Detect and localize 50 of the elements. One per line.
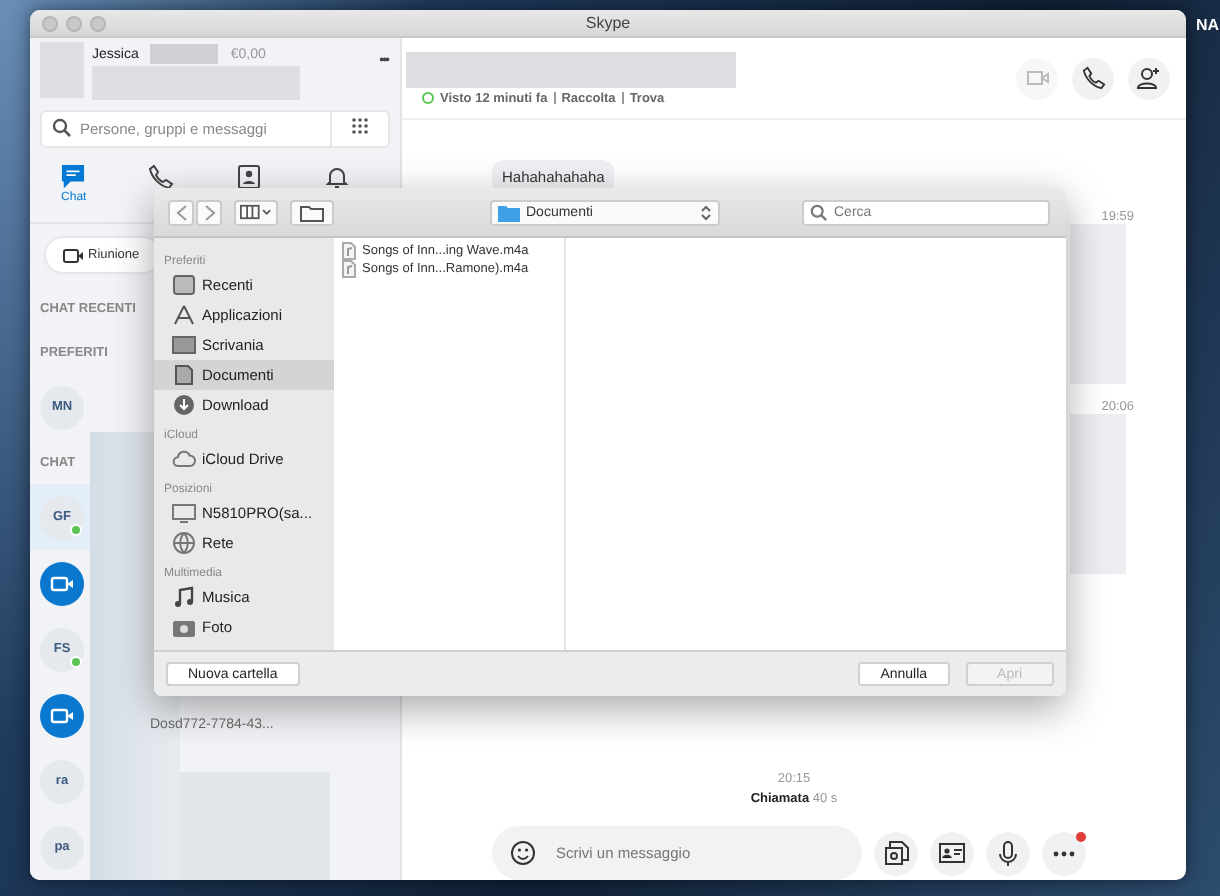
search-icon — [52, 118, 72, 139]
video-icon — [1025, 68, 1049, 88]
search-icon — [810, 203, 828, 221]
stepper-icon — [700, 203, 712, 221]
folder-button[interactable] — [290, 199, 334, 225]
divider — [621, 92, 624, 104]
globe-icon — [172, 532, 196, 554]
camera-icon — [172, 616, 196, 638]
bell-icon — [323, 164, 350, 191]
folder-icon — [300, 203, 324, 221]
contacts-icon — [235, 164, 262, 191]
chat-icon — [60, 164, 87, 189]
phone-icon — [148, 164, 175, 191]
contact-card-icon — [938, 842, 966, 864]
documents-icon — [172, 364, 196, 386]
add-person-button[interactable] — [1128, 57, 1170, 99]
phone-icon — [1081, 66, 1105, 90]
folder-icon — [498, 203, 520, 221]
status-dot — [422, 92, 434, 104]
media-button[interactable] — [874, 831, 918, 875]
dial-pad-icon[interactable] — [350, 118, 370, 139]
recents-icon — [172, 274, 196, 296]
card-button[interactable] — [930, 831, 974, 875]
back-button[interactable] — [168, 199, 194, 225]
notification-badge — [1076, 831, 1086, 841]
apps-icon — [172, 304, 196, 326]
media-icon — [883, 840, 909, 866]
add-person-icon — [1136, 66, 1162, 90]
desktop-icon — [172, 334, 196, 356]
forward-button[interactable] — [196, 199, 222, 225]
mic-button[interactable] — [986, 831, 1030, 875]
call-button[interactable] — [1072, 57, 1114, 99]
music-icon — [172, 586, 196, 608]
more-icon — [1052, 849, 1076, 857]
microphone-icon — [998, 839, 1018, 867]
download-icon — [172, 394, 196, 416]
more-button[interactable] — [1042, 831, 1086, 875]
chevron-right-icon — [203, 203, 215, 221]
cloud-icon — [172, 448, 196, 470]
computer-icon — [172, 502, 196, 524]
divider — [553, 92, 556, 104]
meeting-avatar-icon — [40, 693, 84, 737]
emoji-icon[interactable] — [510, 840, 536, 866]
video-icon — [62, 245, 84, 265]
desktop-label: NA — [1196, 16, 1220, 34]
columns-icon — [240, 204, 272, 220]
chevron-left-icon — [175, 203, 187, 221]
meeting-avatar-icon — [40, 561, 84, 605]
window-title: Skype — [585, 14, 631, 32]
view-mode-button[interactable] — [234, 199, 278, 225]
